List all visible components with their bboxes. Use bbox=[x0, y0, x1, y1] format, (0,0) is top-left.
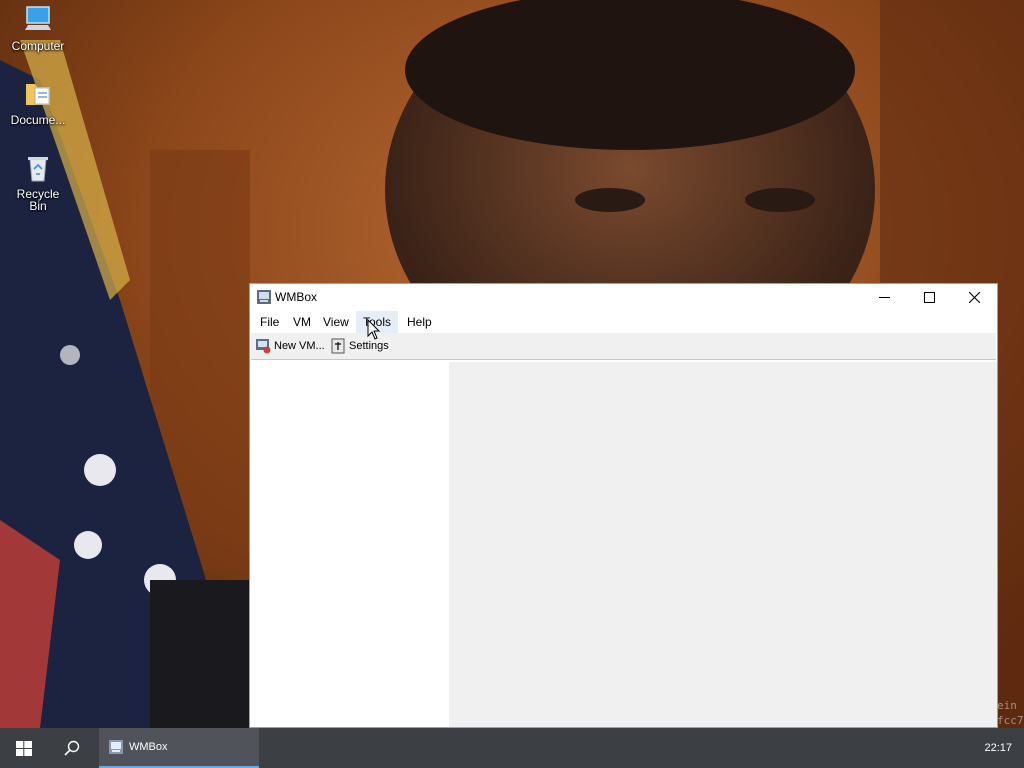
maximize-button[interactable] bbox=[907, 284, 952, 310]
start-button[interactable] bbox=[0, 728, 48, 768]
watermark-text: ein fcc7 bbox=[997, 699, 1024, 727]
wmbox-app-icon bbox=[109, 740, 123, 754]
vm-details-pane bbox=[449, 362, 997, 727]
taskbar-item-label: WMBox bbox=[129, 741, 168, 753]
desktop-icon-documents[interactable]: Docume... bbox=[2, 78, 74, 126]
menu-help[interactable]: Help bbox=[400, 311, 439, 333]
menu-file[interactable]: File bbox=[253, 311, 286, 333]
documents-icon bbox=[26, 84, 50, 105]
new-vm-icon bbox=[256, 339, 271, 354]
desktop-icon-label: Recycle Bin bbox=[16, 187, 60, 213]
toolbar: New VM... Settings bbox=[251, 333, 996, 360]
windows-logo-icon bbox=[16, 741, 32, 756]
wmbox-window: WMBox File VM View Tools Help New VM... bbox=[249, 283, 998, 728]
close-icon bbox=[969, 292, 980, 303]
recycle-bin-icon bbox=[28, 157, 48, 182]
search-button[interactable] bbox=[48, 728, 96, 768]
new-vm-button[interactable]: New VM... bbox=[253, 337, 325, 355]
minimize-icon bbox=[879, 297, 890, 298]
taskbar: WMBox 22:17 bbox=[0, 728, 1024, 768]
wmbox-app-icon bbox=[257, 290, 271, 304]
menu-view[interactable]: View bbox=[316, 311, 356, 333]
taskbar-item-wmbox[interactable]: WMBox bbox=[99, 728, 259, 768]
mouse-cursor-icon bbox=[367, 319, 381, 340]
vm-list-pane[interactable] bbox=[250, 362, 449, 727]
desktop-icon-recycle-bin[interactable]: Recycle Bin bbox=[2, 152, 74, 212]
computer-icon bbox=[25, 6, 51, 30]
maximize-icon bbox=[924, 292, 935, 303]
close-button[interactable] bbox=[952, 284, 997, 310]
window-title: WMBox bbox=[275, 290, 317, 304]
search-icon bbox=[64, 740, 80, 756]
menu-vm[interactable]: VM bbox=[286, 311, 318, 333]
settings-icon bbox=[331, 338, 345, 354]
new-vm-label: New VM... bbox=[274, 340, 325, 352]
desktop-icon-computer[interactable]: Computer bbox=[2, 4, 74, 52]
minimize-button[interactable] bbox=[862, 284, 907, 310]
window-titlebar[interactable]: WMBox bbox=[250, 284, 997, 310]
menu-bar: File VM View Tools Help bbox=[251, 311, 996, 333]
desktop-icon-label: Computer bbox=[11, 39, 65, 53]
settings-button[interactable]: Settings bbox=[328, 337, 392, 355]
desktop-icon-label: Docume... bbox=[10, 113, 66, 127]
taskbar-clock[interactable]: 22:17 bbox=[984, 742, 1012, 754]
